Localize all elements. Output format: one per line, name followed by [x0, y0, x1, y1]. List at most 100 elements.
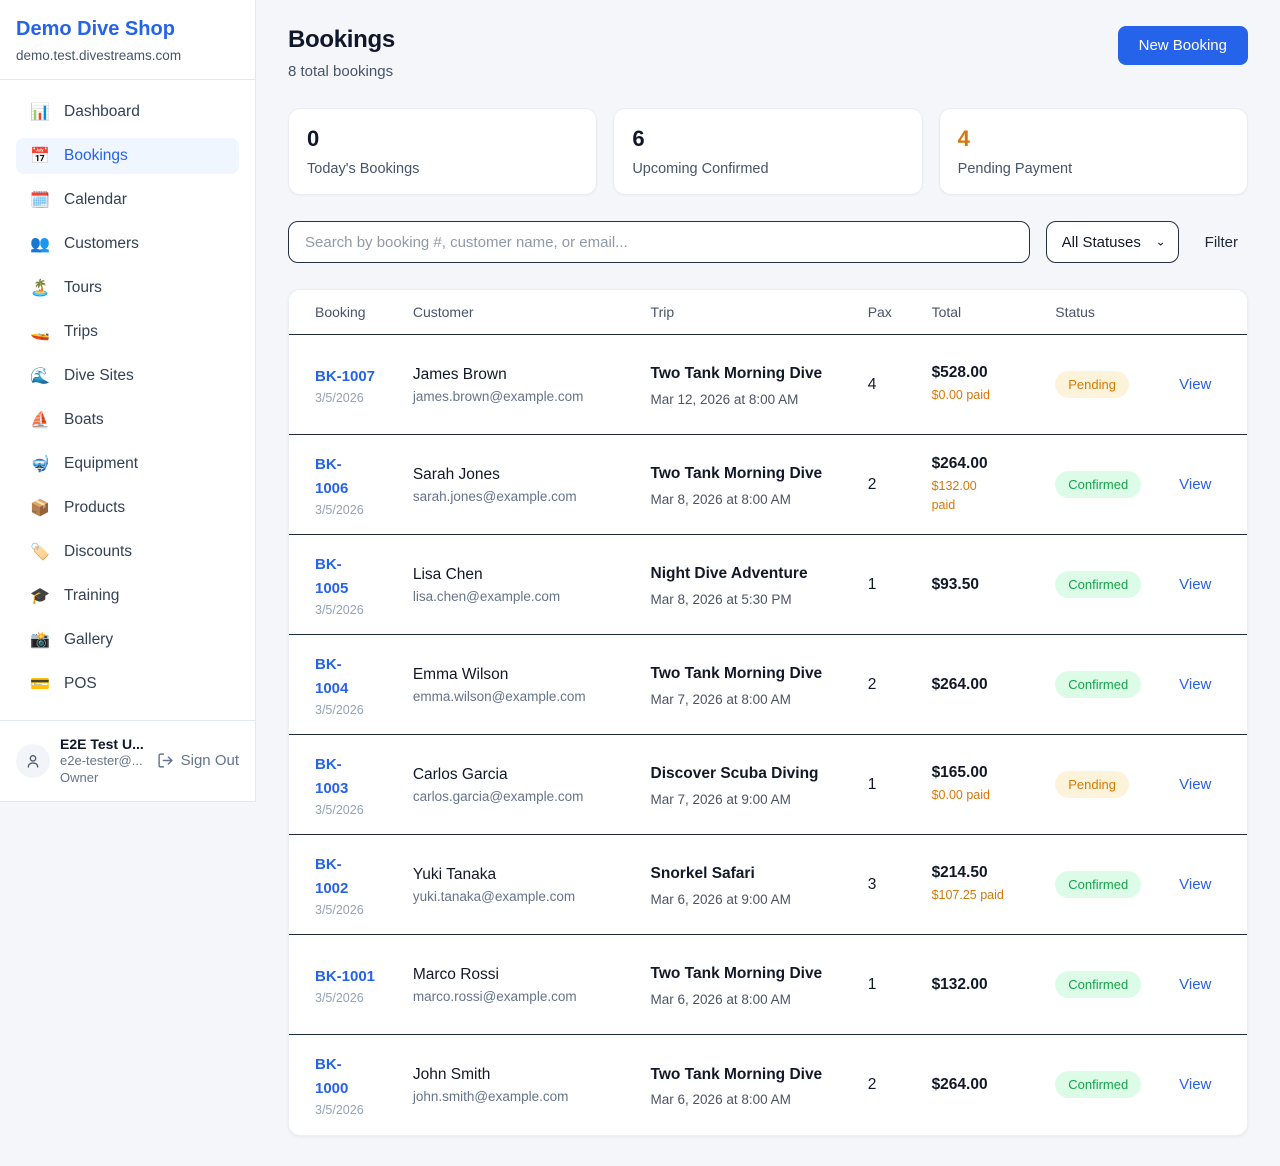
sidebar-nav: 📊 Dashboard 📅 Bookings 🗓️ Calendar 👥 Cus…	[0, 80, 255, 720]
booking-id-link[interactable]: BK- 1005	[315, 553, 348, 601]
sidebar-item-label: Dashboard	[64, 103, 140, 121]
paid-amount: $0.00 paid	[932, 786, 1032, 804]
trip-datetime: Mar 12, 2026 at 8:00 AM	[651, 392, 844, 407]
trip-datetime: Mar 7, 2026 at 9:00 AM	[651, 792, 844, 807]
view-link[interactable]: View	[1179, 576, 1211, 593]
booking-id-link[interactable]: BK- 1006	[315, 453, 348, 501]
col-header-total: Total	[920, 290, 1044, 335]
sidebar-item[interactable]: 🤿 Equipment	[16, 446, 239, 482]
booking-id-link[interactable]: BK- 1002	[315, 853, 348, 901]
customer-name: John Smith	[413, 1066, 627, 1084]
stat-card: 0 Today's Bookings	[288, 108, 597, 195]
stats-row: 0 Today's Bookings 6 Upcoming Confirmed …	[288, 108, 1248, 195]
view-link[interactable]: View	[1179, 776, 1211, 793]
table-header-row: Booking Customer Trip Pax Total Status	[289, 290, 1247, 335]
view-link[interactable]: View	[1179, 676, 1211, 693]
view-link[interactable]: View	[1179, 1076, 1211, 1093]
customer-name: Yuki Tanaka	[413, 866, 627, 884]
booking-id-link[interactable]: BK- 1004	[315, 653, 348, 701]
people-icon: 👥	[30, 234, 50, 254]
table-row: BK- 1004 3/5/2026 Emma Wilson emma.wilso…	[289, 635, 1247, 735]
col-header-status: Status	[1043, 290, 1167, 335]
col-header-customer: Customer	[401, 290, 639, 335]
bar-chart-icon: 📊	[30, 102, 50, 122]
customer-name: Carlos Garcia	[413, 766, 627, 784]
new-booking-button[interactable]: New Booking	[1118, 26, 1248, 65]
sidebar-item[interactable]: 🚤 Trips	[16, 314, 239, 350]
booking-id-link[interactable]: BK- 1003	[315, 753, 348, 801]
customer-email: john.smith@example.com	[413, 1089, 627, 1104]
camera-icon: 📸	[30, 630, 50, 650]
sidebar-item[interactable]: 🌊 Dive Sites	[16, 358, 239, 394]
customer-name: James Brown	[413, 366, 627, 384]
brand-name: Demo Dive Shop	[16, 18, 239, 41]
sidebar-item[interactable]: 📊 Dashboard	[16, 94, 239, 130]
status-badge: Confirmed	[1055, 871, 1141, 898]
sidebar-item[interactable]: 🏷️ Discounts	[16, 534, 239, 570]
sidebar-item-label: Tours	[64, 279, 102, 297]
status-badge: Confirmed	[1055, 671, 1141, 698]
sidebar-item[interactable]: 📸 Gallery	[16, 622, 239, 658]
search-input[interactable]	[288, 221, 1030, 263]
package-icon: 📦	[30, 498, 50, 518]
view-link[interactable]: View	[1179, 976, 1211, 993]
filter-button[interactable]: Filter	[1195, 234, 1248, 251]
trip-name: Two Tank Morning Dive	[651, 662, 836, 686]
total-amount: $132.00	[932, 976, 1032, 994]
page-header-text: Bookings 8 total bookings	[288, 26, 395, 80]
total-amount: $214.50	[932, 864, 1032, 882]
credit-card-icon: 💳	[30, 674, 50, 694]
sidebar-item-label: POS	[64, 675, 97, 693]
status-badge: Confirmed	[1055, 1071, 1141, 1098]
user-name: E2E Test U...	[60, 735, 144, 753]
trip-name: Two Tank Morning Dive	[651, 1063, 836, 1087]
customer-name: Emma Wilson	[413, 666, 627, 684]
customer-email: marco.rossi@example.com	[413, 989, 627, 1004]
diving-mask-icon: 🤿	[30, 454, 50, 474]
table-row: BK-1007 3/5/2026 James Brown james.brown…	[289, 335, 1247, 435]
sidebar-item[interactable]: 👥 Customers	[16, 226, 239, 262]
wave-icon: 🌊	[30, 366, 50, 386]
view-link[interactable]: View	[1179, 376, 1211, 393]
customer-name: Lisa Chen	[413, 566, 627, 584]
sidebar-item[interactable]: 🗓️ Calendar	[16, 182, 239, 218]
col-header-booking: Booking	[289, 290, 401, 335]
sidebar-user-footer: E2E Test U... e2e-tester@... Owner Sign …	[0, 720, 255, 801]
pax-count: 1	[868, 776, 877, 793]
trip-name: Discover Scuba Diving	[651, 762, 836, 786]
pax-count: 4	[868, 376, 877, 393]
user-info: E2E Test U... e2e-tester@... Owner	[60, 735, 144, 787]
sidebar-item[interactable]: 📅 Bookings	[16, 138, 239, 174]
sidebar-item[interactable]: 📦 Products	[16, 490, 239, 526]
status-badge: Confirmed	[1055, 971, 1141, 998]
sign-out-button[interactable]: Sign Out	[157, 752, 239, 769]
view-link[interactable]: View	[1179, 876, 1211, 893]
sidebar-item[interactable]: ⛵ Boats	[16, 402, 239, 438]
page-header: Bookings 8 total bookings New Booking	[288, 26, 1248, 80]
tag-icon: 🏷️	[30, 542, 50, 562]
total-amount: $165.00	[932, 764, 1032, 782]
status-filter-select[interactable]: All Statuses	[1046, 221, 1179, 263]
booking-id-link[interactable]: BK-1001	[315, 965, 375, 989]
user-role: Owner	[60, 770, 144, 787]
booking-id-link[interactable]: BK-1007	[315, 365, 375, 389]
booking-id-link[interactable]: BK- 1000	[315, 1053, 348, 1101]
paid-amount: $0.00 paid	[932, 386, 1032, 404]
sidebar-item[interactable]: 💳 POS	[16, 666, 239, 702]
trip-datetime: Mar 7, 2026 at 8:00 AM	[651, 692, 844, 707]
bookings-table: Booking Customer Trip Pax Total Status B…	[289, 290, 1247, 1135]
sidebar-item[interactable]: 🎓 Training	[16, 578, 239, 614]
logout-icon	[157, 752, 174, 769]
total-amount: $264.00	[932, 455, 1032, 473]
pax-count: 2	[868, 476, 877, 493]
trip-datetime: Mar 8, 2026 at 5:30 PM	[651, 592, 844, 607]
view-link[interactable]: View	[1179, 476, 1211, 493]
sidebar-item-label: Boats	[64, 411, 104, 429]
brand-domain: demo.test.divestreams.com	[16, 48, 239, 63]
trip-name: Two Tank Morning Dive	[651, 462, 836, 486]
table-row: BK- 1000 3/5/2026 John Smith john.smith@…	[289, 1035, 1247, 1135]
page-subtitle: 8 total bookings	[288, 63, 395, 80]
sidebar-item[interactable]: 🏝️ Tours	[16, 270, 239, 306]
trip-datetime: Mar 6, 2026 at 8:00 AM	[651, 992, 844, 1007]
stat-card: 6 Upcoming Confirmed	[613, 108, 922, 195]
